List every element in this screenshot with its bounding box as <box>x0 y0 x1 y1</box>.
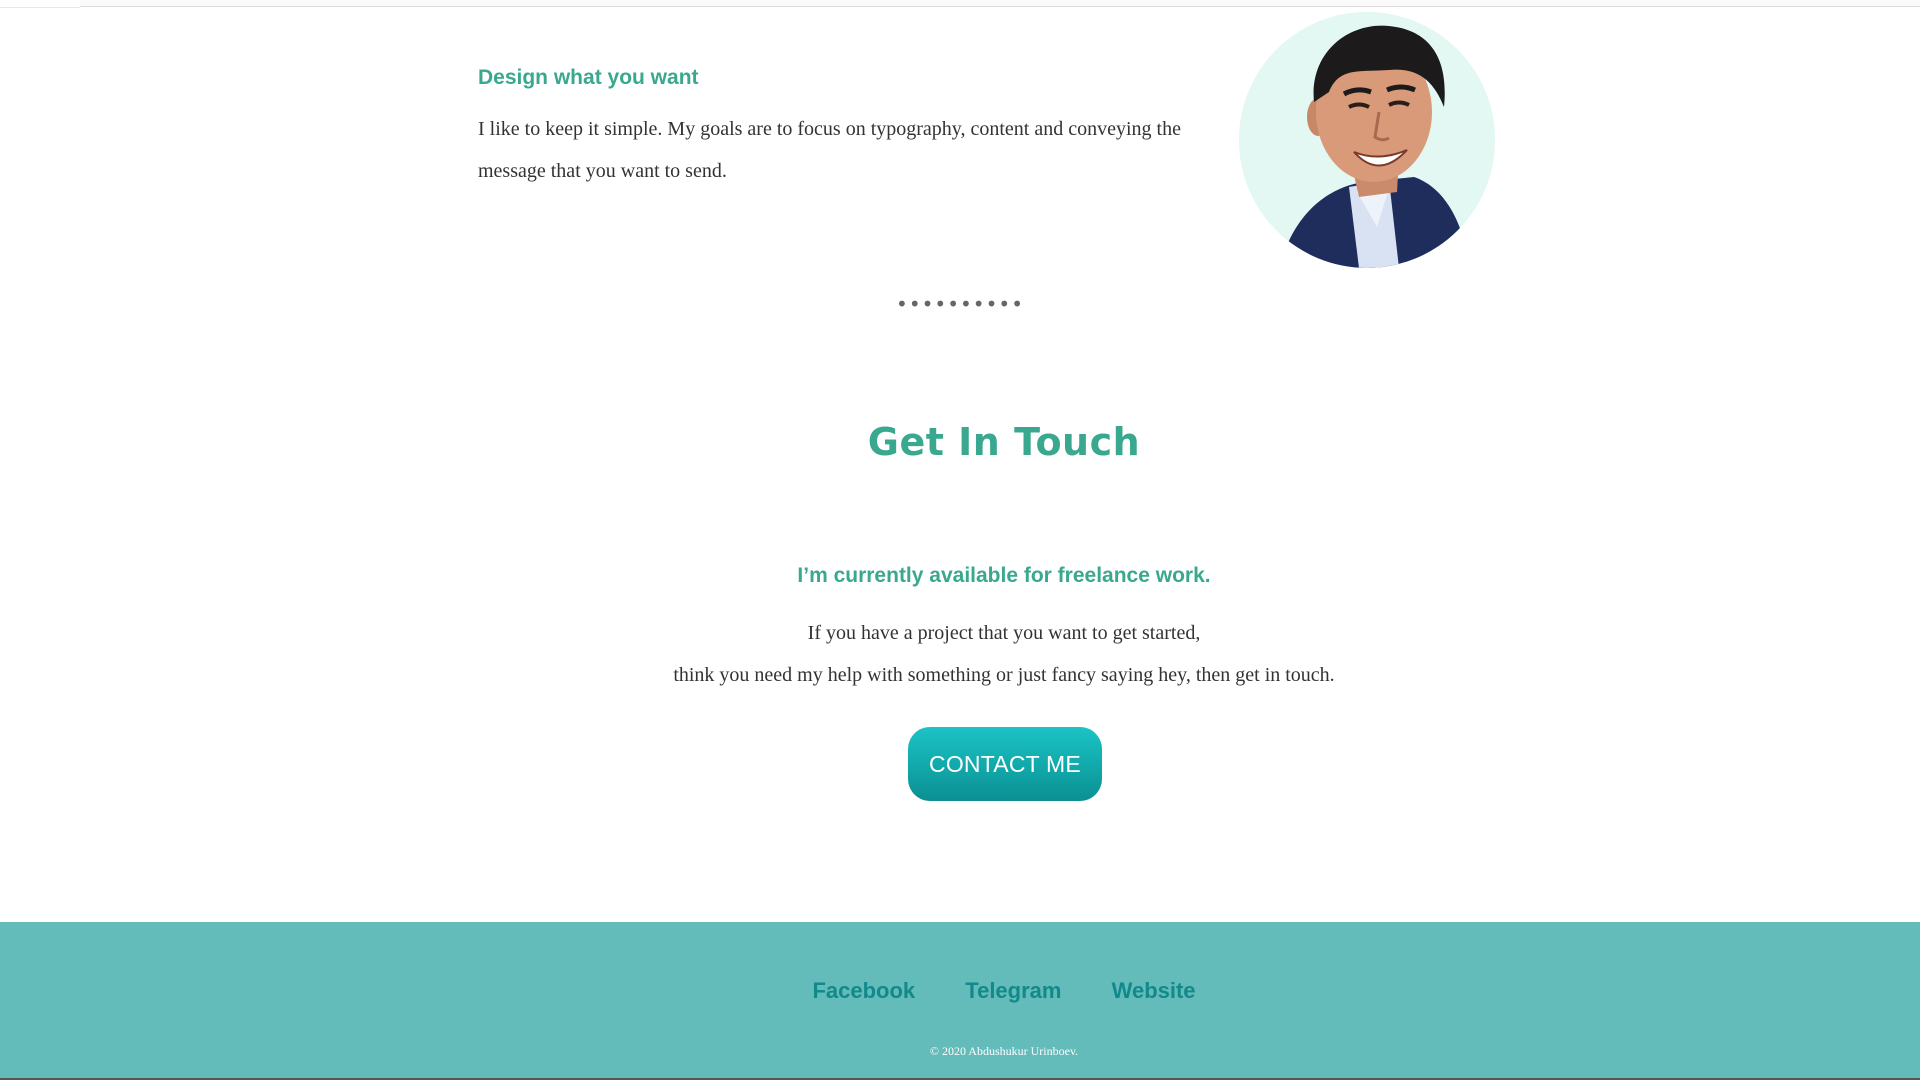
contact-line-2: think you need my help with something or… <box>673 664 1335 686</box>
browser-scroll-edge <box>80 0 1920 7</box>
about-section: Design what you want I like to keep it s… <box>478 58 1238 192</box>
availability-heading: I’m currently available for freelance wo… <box>797 564 1211 587</box>
contact-description: If you have a project that you want to g… <box>0 612 1920 696</box>
browser-top-edge <box>0 0 80 8</box>
telegram-link[interactable]: Telegram <box>965 978 1061 1003</box>
section-separator: •••••••••• <box>896 292 1024 316</box>
contact-line-1: If you have a project that you want to g… <box>807 622 1201 644</box>
about-text: I like to keep it simple. My goals are t… <box>478 118 1181 182</box>
footer: Facebook Telegram Website © 2020 Abdushu… <box>0 922 1920 1080</box>
facebook-link[interactable]: Facebook <box>812 978 915 1003</box>
footer-links: Facebook Telegram Website <box>0 978 1920 1004</box>
copyright: © 2020 Abdushukur Urinboev. <box>929 1044 1079 1058</box>
portrait-photo-icon <box>1239 12 1495 268</box>
contact-title: Get In Touch <box>867 420 1141 464</box>
about-heading: Design what you want <box>478 66 699 89</box>
website-link[interactable]: Website <box>1112 978 1196 1003</box>
portrait-photo <box>1239 12 1495 268</box>
contact-me-button[interactable]: CONTACT ME <box>908 727 1102 801</box>
